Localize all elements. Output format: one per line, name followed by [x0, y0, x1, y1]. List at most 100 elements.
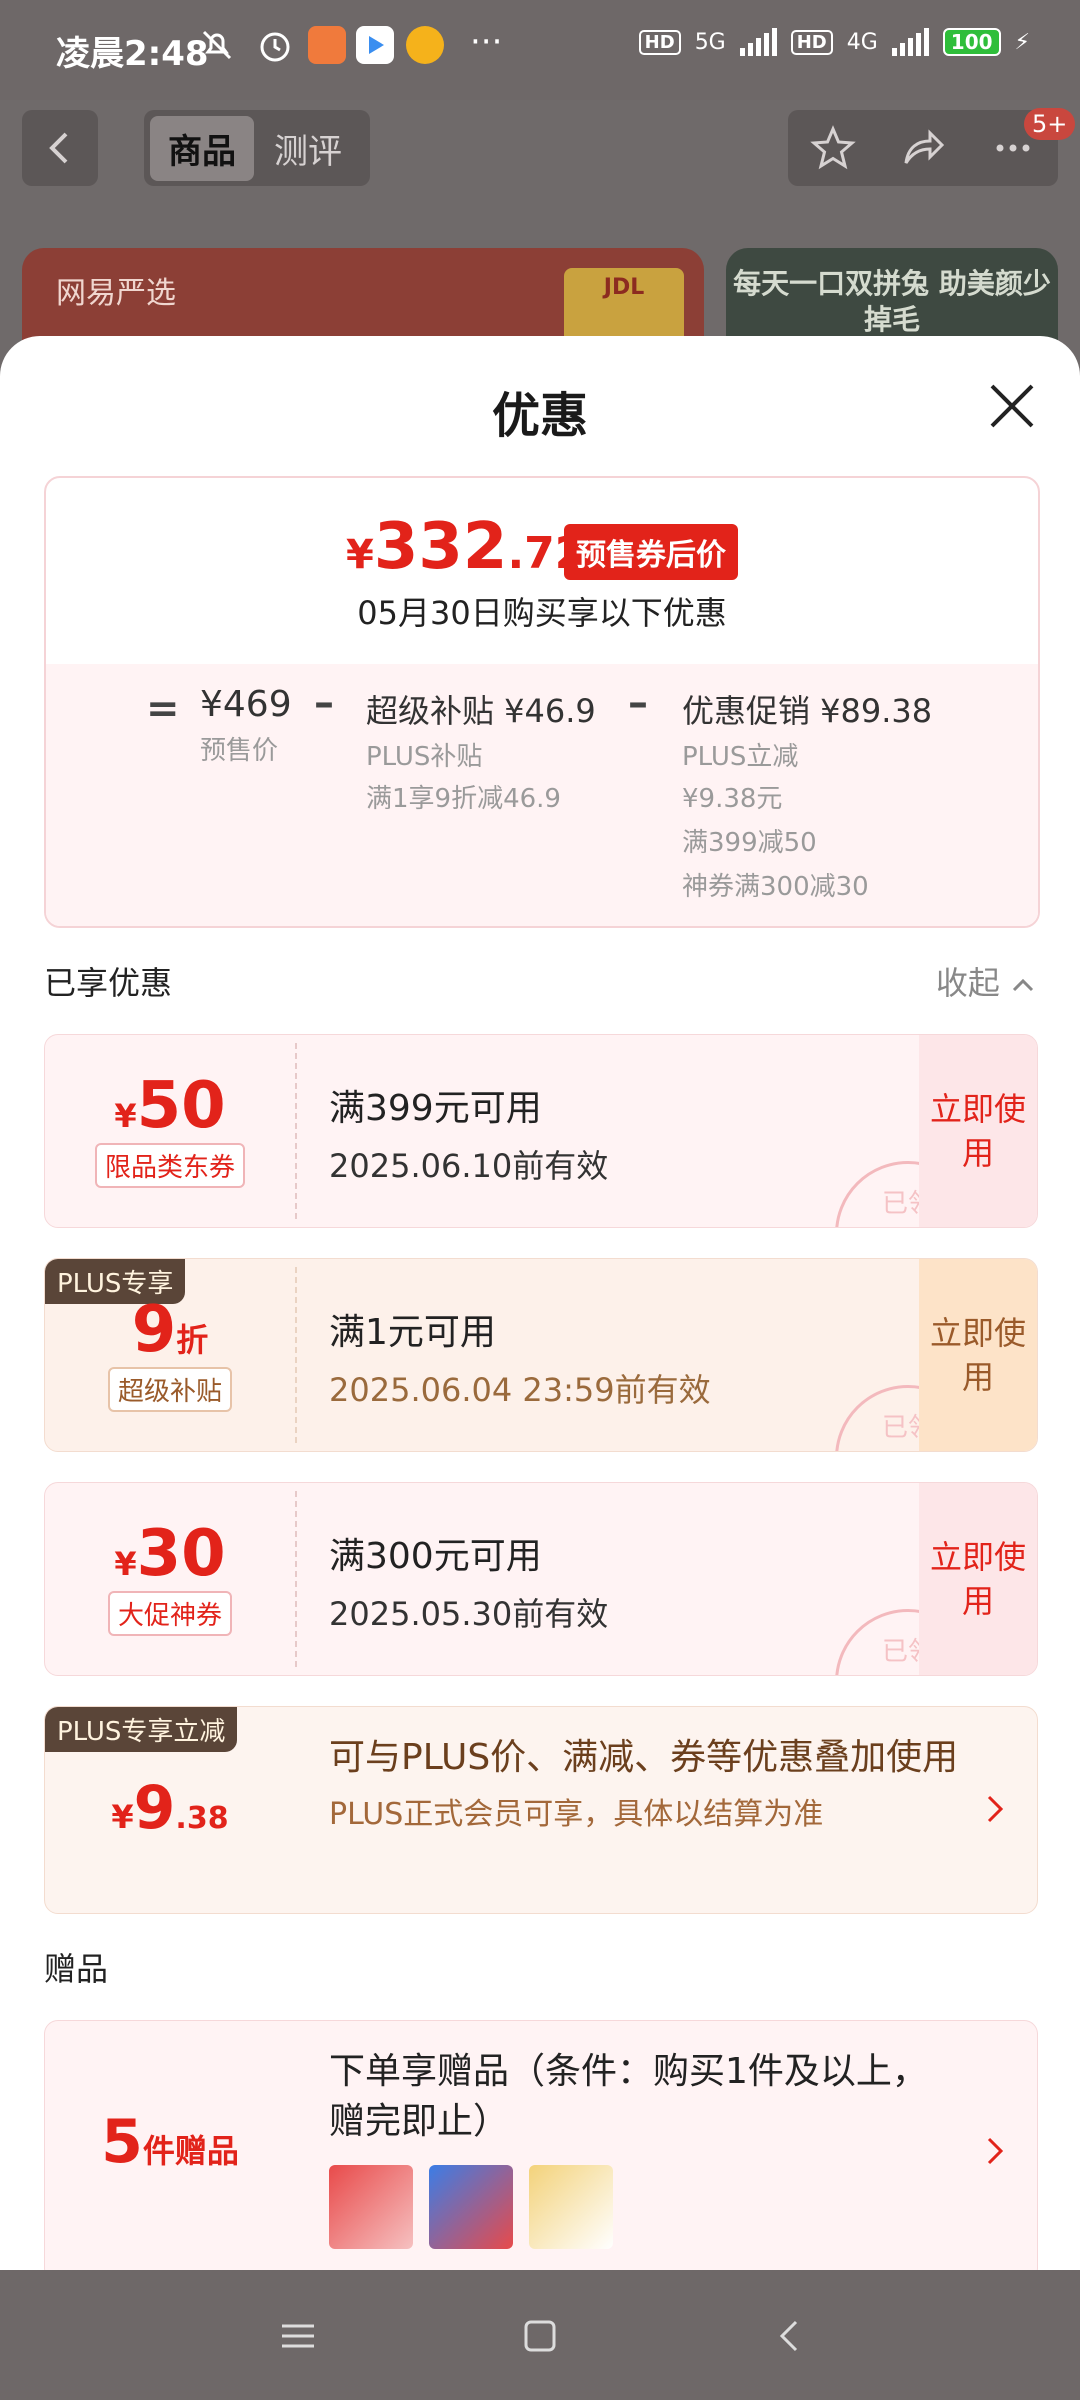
product-tabs: 商品 测评: [144, 110, 370, 186]
price-tag-badge: 预售券后价: [564, 524, 738, 580]
coupon-category-tag: 限品类东券: [94, 1143, 245, 1188]
coupon-currency: ¥: [114, 1545, 137, 1583]
price-subtitle: 05月30日购买享以下优惠: [357, 594, 727, 632]
promo-title: 优惠促销 ¥89.38: [682, 692, 933, 730]
coupon-category-tag: 大促神券: [107, 1591, 232, 1636]
coupon-validity: 2025.06.10前有效: [329, 1147, 609, 1185]
gift-count-area: 5件赠品: [45, 2021, 295, 2270]
hd-badge: HD: [638, 29, 681, 55]
subsidy-line-2: 满1享9折减46.9: [366, 784, 561, 814]
plus-reduce-info: 可与PLUS价、满减、券等优惠叠加使用 PLUS正式会员可享，具体以结算为准: [329, 1733, 969, 1833]
coupon-divider: [295, 1491, 297, 1667]
close-icon[interactable]: [988, 382, 1036, 430]
coupon-card-plus-discount: PLUS专享 9折 超级补贴 满1元可用 2025.06.04 23:59前有效…: [44, 1258, 1038, 1452]
coupon-amount: 9: [131, 1293, 177, 1367]
coupon-divider: [295, 1267, 297, 1443]
coupon-value: ¥50: [45, 1069, 295, 1143]
coupon-validity: 2025.05.30前有效: [329, 1595, 609, 1633]
sheet-title: 优惠: [491, 388, 588, 444]
presale-label: 预售价: [200, 736, 279, 766]
collapse-label: 收起: [935, 964, 1000, 1002]
equals-sign: =: [146, 686, 180, 732]
brand-logo: 网易严选: [56, 276, 176, 311]
price-summary-card: ¥332.72 预售券后价 05月30日购买享以下优惠 = ¥469 预售价 –…: [44, 476, 1040, 928]
coupon-card-50: ¥50 限品类东券 满399元可用 2025.06.10前有效 已领 立即使用: [44, 1034, 1038, 1228]
final-price: ¥332.72: [346, 510, 585, 584]
coupon-condition: 满399元可用: [329, 1088, 542, 1129]
shopping-app-icon: [308, 26, 346, 64]
gift-count-number: 5: [101, 2107, 143, 2177]
use-now-button[interactable]: 立即使用: [919, 1035, 1037, 1227]
gift-thumbnail[interactable]: [529, 2165, 613, 2249]
coupon-value: ¥30: [45, 1517, 295, 1591]
price-integer: 332: [373, 510, 508, 584]
signal-icon: [739, 28, 777, 56]
coupon-card-30: ¥30 大促神券 满300元可用 2025.05.30前有效 已领 立即使用: [44, 1482, 1038, 1676]
coupon-currency: ¥: [114, 1097, 137, 1135]
alarm-icon: [260, 32, 290, 62]
battery-level: 100: [942, 28, 1001, 56]
more-notifications: ···: [470, 22, 503, 62]
promo-line-2: ¥9.38元: [682, 784, 783, 814]
gift-count-unit: 件赠品: [142, 2132, 239, 2170]
minus-sign-2: –: [628, 680, 648, 726]
promo-line-4: 神券满300减30: [682, 872, 869, 902]
share-icon[interactable]: [898, 123, 948, 173]
home-icon[interactable]: [520, 2316, 560, 2356]
header-actions: [788, 110, 1058, 186]
plus-reduce-line-2: PLUS正式会员可享，具体以结算为准: [329, 1797, 824, 1832]
gift-section-title: 赠品: [44, 1950, 109, 1988]
hd-badge-2: HD: [790, 29, 833, 55]
plus-decimal: .38: [175, 1801, 229, 1836]
plus-reduce-amount: ¥9.38: [45, 1773, 295, 1843]
weibo-icon: [406, 26, 444, 64]
gift-thumbnail[interactable]: [329, 2165, 413, 2249]
chevron-right-icon: [987, 1795, 1004, 1823]
menu-icon[interactable]: [278, 2316, 318, 2356]
discount-sheet: 优惠 ¥332.72 预售券后价 05月30日购买享以下优惠 = ¥469 预售…: [0, 336, 1080, 2270]
coupon-divider: [295, 1043, 297, 1219]
tab-product[interactable]: 商品: [150, 115, 254, 181]
plus-reduce-line-1: 可与PLUS价、满减、券等优惠叠加使用: [329, 1737, 959, 1778]
network-4g: 4G: [846, 29, 878, 55]
gift-count: 5件赠品: [45, 2107, 295, 2177]
collapse-toggle[interactable]: 收起: [936, 958, 1036, 1004]
coupon-value-area: ¥50 限品类东券: [45, 1035, 295, 1227]
favorite-star-icon[interactable]: [808, 123, 858, 173]
coupon-value: 9折: [45, 1293, 295, 1367]
coupon-validity: 2025.06.04 23:59前有效: [329, 1371, 711, 1409]
subsidy-title: 超级补贴 ¥46.9: [366, 692, 596, 730]
back-button[interactable]: [22, 110, 98, 186]
gift-info: 下单享赠品（条件：购买1件及以上，赠完即止）: [329, 2047, 949, 2249]
presale-amount: ¥469: [200, 684, 292, 725]
enjoyed-section-title: 已享优惠: [44, 964, 173, 1002]
tab-review[interactable]: 测评: [264, 116, 352, 181]
plus-currency: ¥: [111, 1798, 134, 1836]
coupon-info: 满1元可用 2025.06.04 23:59前有效: [329, 1303, 711, 1411]
currency-symbol: ¥: [346, 532, 374, 578]
coupon-amount: 50: [136, 1069, 226, 1143]
chevron-right-icon: [987, 2137, 1004, 2165]
price-breakdown: = ¥469 预售价 – 超级补贴 ¥46.9 PLUS补贴 满1享9折减46.…: [46, 664, 1038, 926]
promo-line-3: 满399减50: [682, 828, 817, 858]
promo-line-1: PLUS立减: [682, 742, 799, 772]
back-arrow-icon: [49, 132, 68, 164]
coupon-condition: 满300元可用: [329, 1536, 542, 1577]
plus-reduce-card[interactable]: PLUS专享立减 ¥9.38 可与PLUS价、满减、券等优惠叠加使用 PLUS正…: [44, 1706, 1038, 1914]
gift-condition: 下单享赠品（条件：购买1件及以上，赠完即止）: [329, 2051, 928, 2142]
message-count-badge: 5+: [1024, 108, 1076, 140]
subsidy-line-1: PLUS补贴: [366, 742, 483, 772]
gift-card[interactable]: 5件赠品 下单享赠品（条件：购买1件及以上，赠完即止）: [44, 2020, 1038, 2270]
use-now-button[interactable]: 立即使用: [919, 1259, 1037, 1451]
charging-icon: ⚡: [1014, 29, 1030, 55]
gift-thumbnail[interactable]: [429, 2165, 513, 2249]
network-5g: 5G: [694, 29, 726, 55]
coupon-value-area: ¥30 大促神券: [45, 1483, 295, 1675]
status-right: HD 5G HD 4G 100 ⚡: [638, 28, 1030, 56]
coupon-category-tag: 超级补贴: [107, 1367, 232, 1412]
minus-sign-1: –: [314, 680, 334, 726]
back-nav-icon[interactable]: [770, 2316, 810, 2356]
use-now-button[interactable]: 立即使用: [919, 1483, 1037, 1675]
video-app-icon: [356, 26, 394, 64]
gift-thumbnails: [329, 2165, 949, 2249]
